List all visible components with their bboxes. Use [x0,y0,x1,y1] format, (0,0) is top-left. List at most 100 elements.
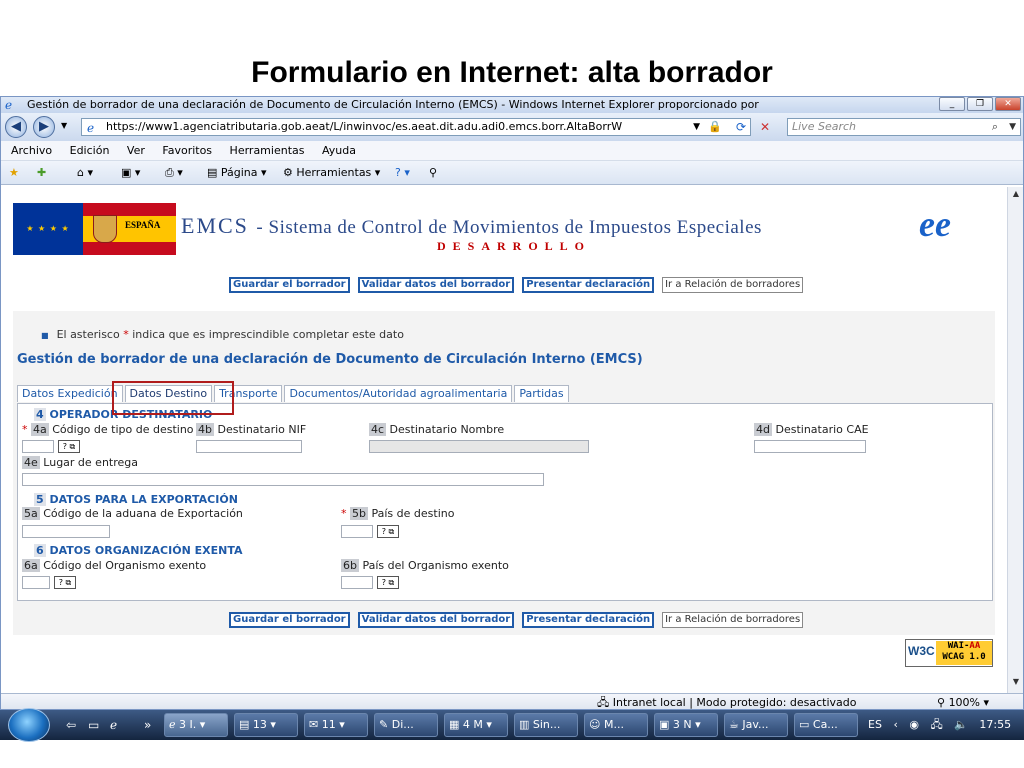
lock-icon[interactable]: 🔒 [708,119,722,135]
add-favorites-icon[interactable]: ✚ [37,161,46,185]
windows-taskbar: ⇦ ▭ ℯ » ℯ 3 I. ▾ ▤ 13 ▾ ✉ 11 ▾ ✎ Di... ▦… [0,708,1024,742]
stop-icon[interactable]: ✕ [755,118,775,136]
task-acrobat[interactable]: ✉ 11 ▾ [304,713,368,737]
spain-flag-logo: ESPAÑA [83,203,176,255]
search-input[interactable]: Live Search ⌕ ▼ [787,118,1021,136]
page-menu[interactable]: ▤ Página ▾ [207,161,267,185]
quicklaunch-ie-icon[interactable]: ℯ [110,718,117,732]
field-5a-input[interactable] [22,525,110,538]
wai-aa-label: WAI-AA WCAG 1.0 [936,641,992,665]
field-4c-input[interactable] [369,440,589,453]
tab-datos-expedicion[interactable]: Datos Expedición [17,385,123,402]
field-4d-input[interactable] [754,440,866,453]
volume-icon[interactable]: 🔈 [954,718,968,731]
validate-draft-button[interactable]: Validar datos del borrador [357,277,515,293]
field-4b-input[interactable] [196,440,302,453]
browser-window: ℯ Gestión de borrador de una declaración… [0,96,1024,710]
search-icon[interactable]: ⌕ [992,119,998,135]
home-icon[interactable]: ⌂ ▾ [77,161,93,185]
address-dropdown-icon[interactable]: ▼ [693,119,700,135]
emcs-acronym: EMCS [181,213,249,238]
forward-icon[interactable]: ▶ [33,116,55,138]
field-4e-input[interactable] [22,473,544,486]
field-label: Destinatario CAE [775,423,869,436]
menu-ayuda[interactable]: Ayuda [322,144,356,157]
search-options-icon[interactable]: ▼ [1009,119,1016,135]
field-6b-input[interactable] [341,576,373,589]
minimize-button[interactable]: _ [939,97,965,111]
tools-menu[interactable]: ⚙ Herramientas ▾ [283,161,380,185]
section-number: 5 [34,493,46,506]
draft-list-button[interactable]: Ir a Relación de borradores [662,277,804,293]
field-5b-label: * 5b País de destino [341,507,454,520]
window-titlebar[interactable]: ℯ Gestión de borrador de una declaración… [1,97,1023,113]
task-notepad[interactable]: ▥ Sin... [514,713,578,737]
task-ie[interactable]: ℯ 3 I. ▾ [164,713,228,737]
quicklaunch-desktop-icon[interactable]: ▭ [88,718,99,732]
start-button[interactable] [8,708,50,742]
task-java[interactable]: ☕ Jav... [724,713,788,737]
back-icon[interactable]: ◀ [5,116,27,138]
save-draft-button[interactable]: Guardar el borrador [229,612,350,628]
help-icon[interactable]: ? ▾ [395,161,410,185]
active-tab-highlight [112,381,234,415]
emcs-banner: ★ ★ ★ ★ ESPAÑA EMCS - Sistema de Control… [13,203,1003,259]
task-folder[interactable]: ▭ Ca... [794,713,858,737]
zoom-level[interactable]: ⚲ 100% ▾ [937,694,989,709]
field-code: 5a [22,507,40,520]
tray-app-icon[interactable]: ◉ [909,718,919,731]
clock[interactable]: 17:55 [979,718,1011,731]
feeds-icon[interactable]: ▣ ▾ [121,161,140,185]
vertical-scrollbar[interactable]: ▲ ▼ [1007,187,1023,693]
close-button[interactable]: ✕ [995,97,1021,111]
task-app[interactable]: ✎ Di... [374,713,438,737]
w3c-text: W3C [908,644,935,658]
menu-archivo[interactable]: Archivo [11,144,52,157]
tray-expand-icon[interactable]: ‹ [893,718,897,731]
field-label: País del Organismo exento [362,559,509,572]
search-placeholder: Live Search [792,120,856,133]
save-draft-button[interactable]: Guardar el borrador [229,277,350,293]
draft-list-button[interactable]: Ir a Relación de borradores [662,612,804,628]
address-field[interactable]: ℯ https://www1.agenciatributaria.gob.aea… [81,118,751,136]
history-dropdown-icon[interactable]: ▼ [61,121,67,130]
required-asterisk: * [123,328,129,341]
task-word[interactable]: ▤ 13 ▾ [234,713,298,737]
scroll-up-icon[interactable]: ▲ [1010,189,1022,203]
tab-documentos[interactable]: Documentos/Autoridad agroalimentaria [284,385,513,402]
quicklaunch-back-icon[interactable]: ⇦ [66,718,76,732]
scroll-down-icon[interactable]: ▼ [1010,677,1022,691]
quicklaunch-more-icon[interactable]: » [144,718,151,732]
task-excel[interactable]: ▦ 4 M ▾ [444,713,508,737]
task-label: 3 I. [179,718,197,731]
field-5b-help-button[interactable]: ? ⧉ [377,525,399,538]
network-icon[interactable]: 🖧 [930,718,942,731]
validate-draft-button[interactable]: Validar datos del borrador [357,612,515,628]
submit-declaration-button[interactable]: Presentar declaración [522,277,655,293]
field-6b-help-button[interactable]: ? ⧉ [377,576,399,589]
bullet-icon: ■ [41,331,49,340]
field-5b-input[interactable] [341,525,373,538]
field-4a-input[interactable] [22,440,54,453]
task-powerpoint[interactable]: ▣ 3 N ▾ [654,713,718,737]
favorites-star-icon[interactable]: ★ [9,161,19,185]
security-zone[interactable]: 🖧 Intranet local | Modo protegido: desac… [597,694,857,709]
menu-favoritos[interactable]: Favoritos [162,144,212,157]
refresh-icon[interactable]: ⟳ [731,118,751,136]
menu-ver[interactable]: Ver [127,144,145,157]
field-6a-help-button[interactable]: ? ⧉ [54,576,76,589]
tab-partidas[interactable]: Partidas [514,385,569,402]
aeat-logo-icon: ee [919,203,993,253]
w3c-wai-badge[interactable]: W3C WAI-AA WCAG 1.0 [905,639,993,667]
field-4a-help-button[interactable]: ? ⧉ [58,440,80,453]
task-messenger[interactable]: ☺ M... [584,713,648,737]
research-icon[interactable]: ⚲ [429,161,437,185]
language-indicator[interactable]: ES [868,718,882,731]
field-6a-input[interactable] [22,576,50,589]
print-icon[interactable]: ⎙ ▾ [165,161,183,185]
menu-herramientas[interactable]: Herramientas [230,144,305,157]
menu-edicion[interactable]: Edición [70,144,110,157]
submit-declaration-button[interactable]: Presentar declaración [522,612,655,628]
maximize-button[interactable]: ❐ [967,97,993,111]
field-6a-label: 6a Código del Organismo exento [22,559,206,572]
